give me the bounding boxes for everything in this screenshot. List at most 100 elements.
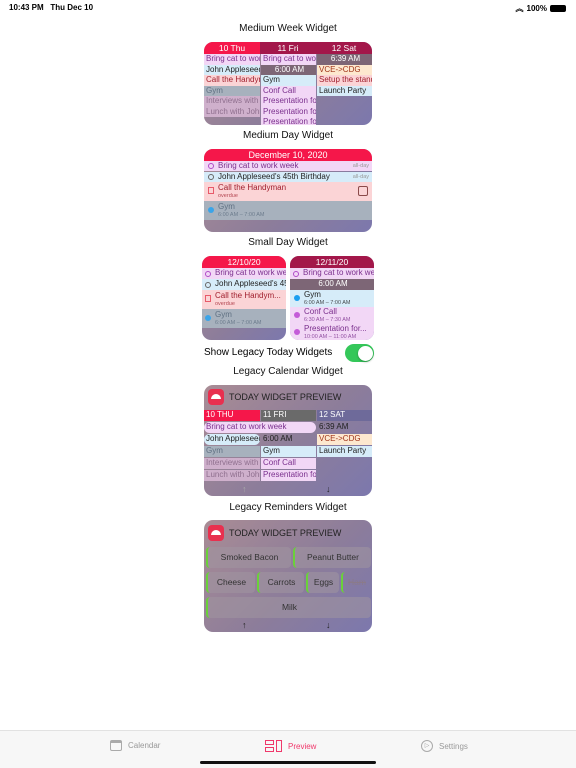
calendar-dot-icon bbox=[205, 315, 211, 321]
calendar-dot-icon bbox=[294, 329, 300, 335]
event[interactable]: Lunch with John bbox=[204, 470, 260, 481]
home-indicator[interactable] bbox=[200, 761, 376, 764]
battery-icon bbox=[550, 5, 566, 12]
scroll-up-button[interactable]: ↑ bbox=[242, 620, 247, 630]
legacy-reminders-widget[interactable]: TODAY WIDGET PREVIEW Smoked Bacon Peanut… bbox=[204, 520, 372, 632]
reminder-item[interactable]: Carrots bbox=[257, 572, 304, 593]
day-header: 11 FRI bbox=[261, 410, 316, 421]
tab-preview[interactable]: Preview bbox=[265, 740, 316, 752]
scroll-up-button[interactable]: ↑ bbox=[242, 484, 247, 494]
event[interactable]: Lunch with John bbox=[204, 106, 260, 117]
event[interactable]: Presentation for bbox=[261, 117, 316, 125]
small-day-widget[interactable]: 12/11/20 Bring cat to work week 6:00 AM … bbox=[290, 256, 374, 340]
reminder-icon bbox=[205, 271, 211, 277]
event[interactable]: Gym 6:00 AM – 7:00 AM bbox=[290, 290, 374, 307]
tab-settings[interactable]: ▷ Settings bbox=[421, 740, 468, 752]
event[interactable]: Bring cat to work week bbox=[204, 54, 260, 65]
event[interactable]: Call the Handyman bbox=[204, 75, 260, 86]
legacy-widgets-toggle[interactable] bbox=[345, 344, 374, 362]
time-marker: 6:39 AM bbox=[319, 422, 349, 431]
reminder-item[interactable]: Peanut Butter bbox=[293, 547, 371, 568]
event[interactable]: Gym bbox=[261, 75, 316, 86]
widget-title: TODAY WIDGET PREVIEW bbox=[229, 392, 342, 402]
time-marker: 6:00 AM bbox=[290, 279, 374, 290]
event[interactable]: Gym bbox=[204, 85, 260, 96]
calendar-dot-icon bbox=[294, 312, 300, 318]
small-day-widget[interactable]: 12/10/20 Bring cat to work week John App… bbox=[202, 256, 286, 340]
calendar-dot-icon bbox=[294, 295, 300, 301]
day-header: 12/10/20 bbox=[202, 256, 286, 268]
day-header: 11 Fri bbox=[260, 42, 316, 54]
time-marker: 6:00 AM bbox=[261, 64, 316, 75]
event[interactable]: Bring cat to work week bbox=[202, 268, 286, 279]
day-header: 10 Thu bbox=[204, 42, 260, 54]
reminder-item[interactable]: Eggs bbox=[306, 572, 339, 593]
settings-icon: ▷ bbox=[421, 740, 433, 752]
event[interactable]: Conf Call bbox=[261, 85, 316, 96]
event[interactable]: Gym 6:00 AM – 7:00 AM bbox=[204, 201, 372, 220]
event[interactable]: VCE->CDG bbox=[317, 434, 372, 445]
scroll-down-button[interactable]: ↓ bbox=[326, 484, 331, 494]
event[interactable]: Bring cat to work week bbox=[204, 422, 316, 433]
birthday-icon bbox=[205, 282, 211, 288]
section-title: Small Day Widget bbox=[248, 237, 328, 248]
event[interactable]: VCE->CDG bbox=[317, 64, 372, 75]
event[interactable]: Launch Party bbox=[317, 446, 372, 457]
event[interactable]: Setup the stand bbox=[317, 75, 372, 86]
calendar-icon bbox=[110, 740, 122, 751]
calendar-dot-icon bbox=[208, 207, 214, 213]
reminder-item[interactable]: Cheese bbox=[206, 572, 255, 593]
event[interactable]: Gym 6:00 AM – 7:00 AM bbox=[202, 309, 286, 328]
toggle-knob bbox=[357, 345, 373, 361]
wifi-icon: ︽ bbox=[515, 4, 524, 13]
overdue-icon bbox=[208, 187, 214, 194]
reminder-icon bbox=[293, 271, 299, 277]
reminder-item[interactable]: Milk bbox=[206, 597, 371, 618]
day-header: 12 SAT bbox=[317, 410, 372, 421]
time-marker: 6:00 AM bbox=[263, 434, 293, 443]
day-header: December 10, 2020 bbox=[204, 149, 372, 161]
event[interactable]: Launch Party bbox=[317, 85, 372, 96]
event[interactable]: Gym bbox=[261, 446, 316, 457]
event[interactable]: Presentation for bbox=[261, 106, 316, 117]
event[interactable]: Conf Call 6:30 AM – 7:30 AM bbox=[290, 307, 374, 324]
scroll-down-button[interactable]: ↓ bbox=[326, 620, 331, 630]
event[interactable]: Gym bbox=[204, 446, 260, 457]
legacy-calendar-widget[interactable]: TODAY WIDGET PREVIEW 10 THU 11 FRI 12 SA… bbox=[204, 385, 372, 496]
event[interactable]: Interviews with bbox=[204, 96, 260, 107]
app-icon bbox=[208, 389, 224, 405]
reminder-item-completed[interactable]: Ham bbox=[341, 572, 371, 593]
event[interactable]: Presentation for... 10:00 AM – 11:00 AM bbox=[290, 324, 374, 340]
event[interactable]: John Appleseed's 45th Birthday bbox=[202, 279, 286, 290]
event[interactable]: Presentation for bbox=[261, 470, 316, 481]
reminder-item[interactable]: Smoked Bacon bbox=[206, 547, 291, 568]
overdue-icon bbox=[205, 295, 211, 302]
status-right: ︽ 100% bbox=[516, 3, 566, 14]
toggle-label: Show Legacy Today Widgets bbox=[204, 347, 333, 358]
event[interactable]: Presentation for bbox=[261, 96, 316, 107]
medium-week-widget[interactable]: 10 Thu 11 Fri 12 Sat Bring cat to work w… bbox=[204, 42, 372, 125]
event[interactable]: John Appleseed's 45th Birthday all-day bbox=[204, 172, 372, 182]
section-title: Legacy Calendar Widget bbox=[233, 366, 343, 377]
event[interactable]: John Appleseed bbox=[204, 434, 260, 445]
medium-day-widget[interactable]: December 10, 2020 Bring cat to work week… bbox=[204, 149, 372, 232]
time-marker: 6:39 AM bbox=[317, 54, 372, 65]
birthday-icon bbox=[208, 174, 214, 180]
day-header: 12/11/20 bbox=[290, 256, 374, 268]
section-title: Medium Week Widget bbox=[239, 23, 337, 34]
event[interactable]: Bring cat to work week bbox=[290, 268, 374, 279]
reminder[interactable]: Call the Handyman overdue bbox=[204, 182, 372, 201]
widget-title: TODAY WIDGET PREVIEW bbox=[229, 528, 342, 538]
complete-checkbox[interactable] bbox=[358, 186, 368, 196]
event[interactable]: Bring cat to work week all-day bbox=[204, 161, 372, 171]
event[interactable]: John Appleseed's 45th Birthday bbox=[204, 64, 260, 75]
section-title: Legacy Reminders Widget bbox=[229, 502, 347, 513]
event[interactable]: Bring cat to work week bbox=[261, 54, 316, 65]
reminder[interactable]: Call the Handym... overdue bbox=[202, 290, 286, 309]
event[interactable]: Interviews with bbox=[204, 458, 260, 469]
reminder-icon bbox=[208, 163, 214, 169]
event[interactable]: Conf Call bbox=[261, 458, 316, 469]
preview-icon bbox=[265, 740, 282, 752]
tab-calendar[interactable]: Calendar bbox=[110, 740, 160, 751]
tab-bar: Calendar Preview ▷ Settings bbox=[0, 730, 576, 768]
